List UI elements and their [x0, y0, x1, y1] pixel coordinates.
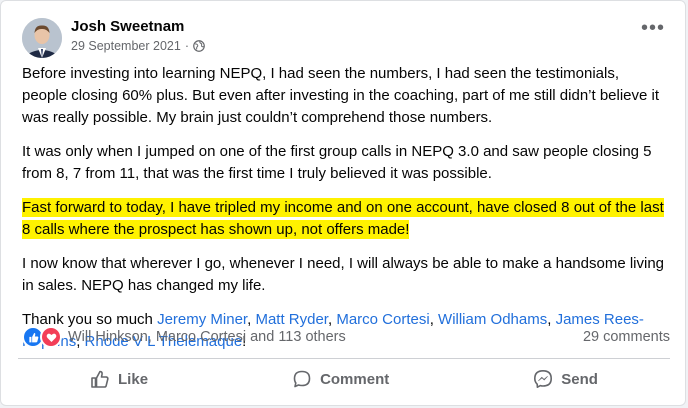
author-name[interactable]: Josh Sweetnam	[71, 18, 184, 35]
like-button[interactable]: Like	[70, 363, 168, 395]
comment-button[interactable]: Comment	[272, 363, 409, 395]
reactions-bar: Will Hinkson, Marco Cortesi and 113 othe…	[22, 325, 670, 349]
messenger-icon	[534, 370, 553, 388]
post-meta: 29 September 2021 ·	[71, 39, 205, 53]
love-reaction-icon	[40, 326, 62, 348]
post-paragraph: It was only when I jumped on one of the …	[22, 143, 652, 182]
avatar-image	[22, 18, 62, 58]
comment-icon	[293, 370, 311, 388]
thumbs-up-icon	[91, 370, 109, 388]
comments-count[interactable]: 29 comments	[583, 329, 670, 345]
like-label: Like	[118, 370, 149, 388]
send-button[interactable]: Send	[513, 363, 618, 395]
post-card: Josh Sweetnam 29 September 2021 · ••• Be…	[0, 0, 686, 406]
reactors-text[interactable]: Will Hinkson, Marco Cortesi and 113 othe…	[68, 329, 346, 345]
post-content: Before investing into learning NEPQ, I h…	[22, 63, 667, 365]
post-paragraph: Before investing into learning NEPQ, I h…	[22, 65, 660, 126]
avatar[interactable]	[22, 18, 62, 58]
highlighted-text: Fast forward to today, I have tripled my…	[22, 198, 664, 239]
post-header: Josh Sweetnam 29 September 2021 · •••	[1, 1, 685, 63]
more-options-icon[interactable]: •••	[641, 18, 665, 38]
post-paragraph: I now know that wherever I go, whenever …	[22, 255, 665, 294]
send-label: Send	[561, 370, 598, 388]
post-paragraph-highlighted: Fast forward to today, I have tripled my…	[22, 197, 667, 241]
divider	[18, 358, 670, 359]
post-date[interactable]: 29 September 2021	[71, 39, 181, 53]
reaction-icons[interactable]	[22, 326, 62, 348]
comment-label: Comment	[320, 370, 390, 388]
action-bar: Like Comment Send	[18, 361, 670, 397]
meta-separator: ·	[184, 39, 189, 53]
globe-icon[interactable]	[193, 40, 205, 52]
